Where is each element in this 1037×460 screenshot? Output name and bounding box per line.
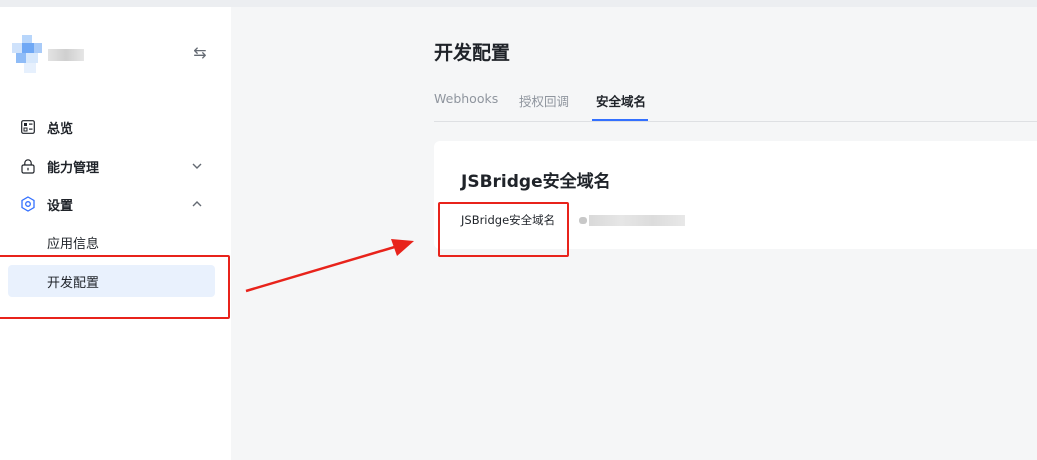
annotation-arrow bbox=[245, 239, 414, 293]
